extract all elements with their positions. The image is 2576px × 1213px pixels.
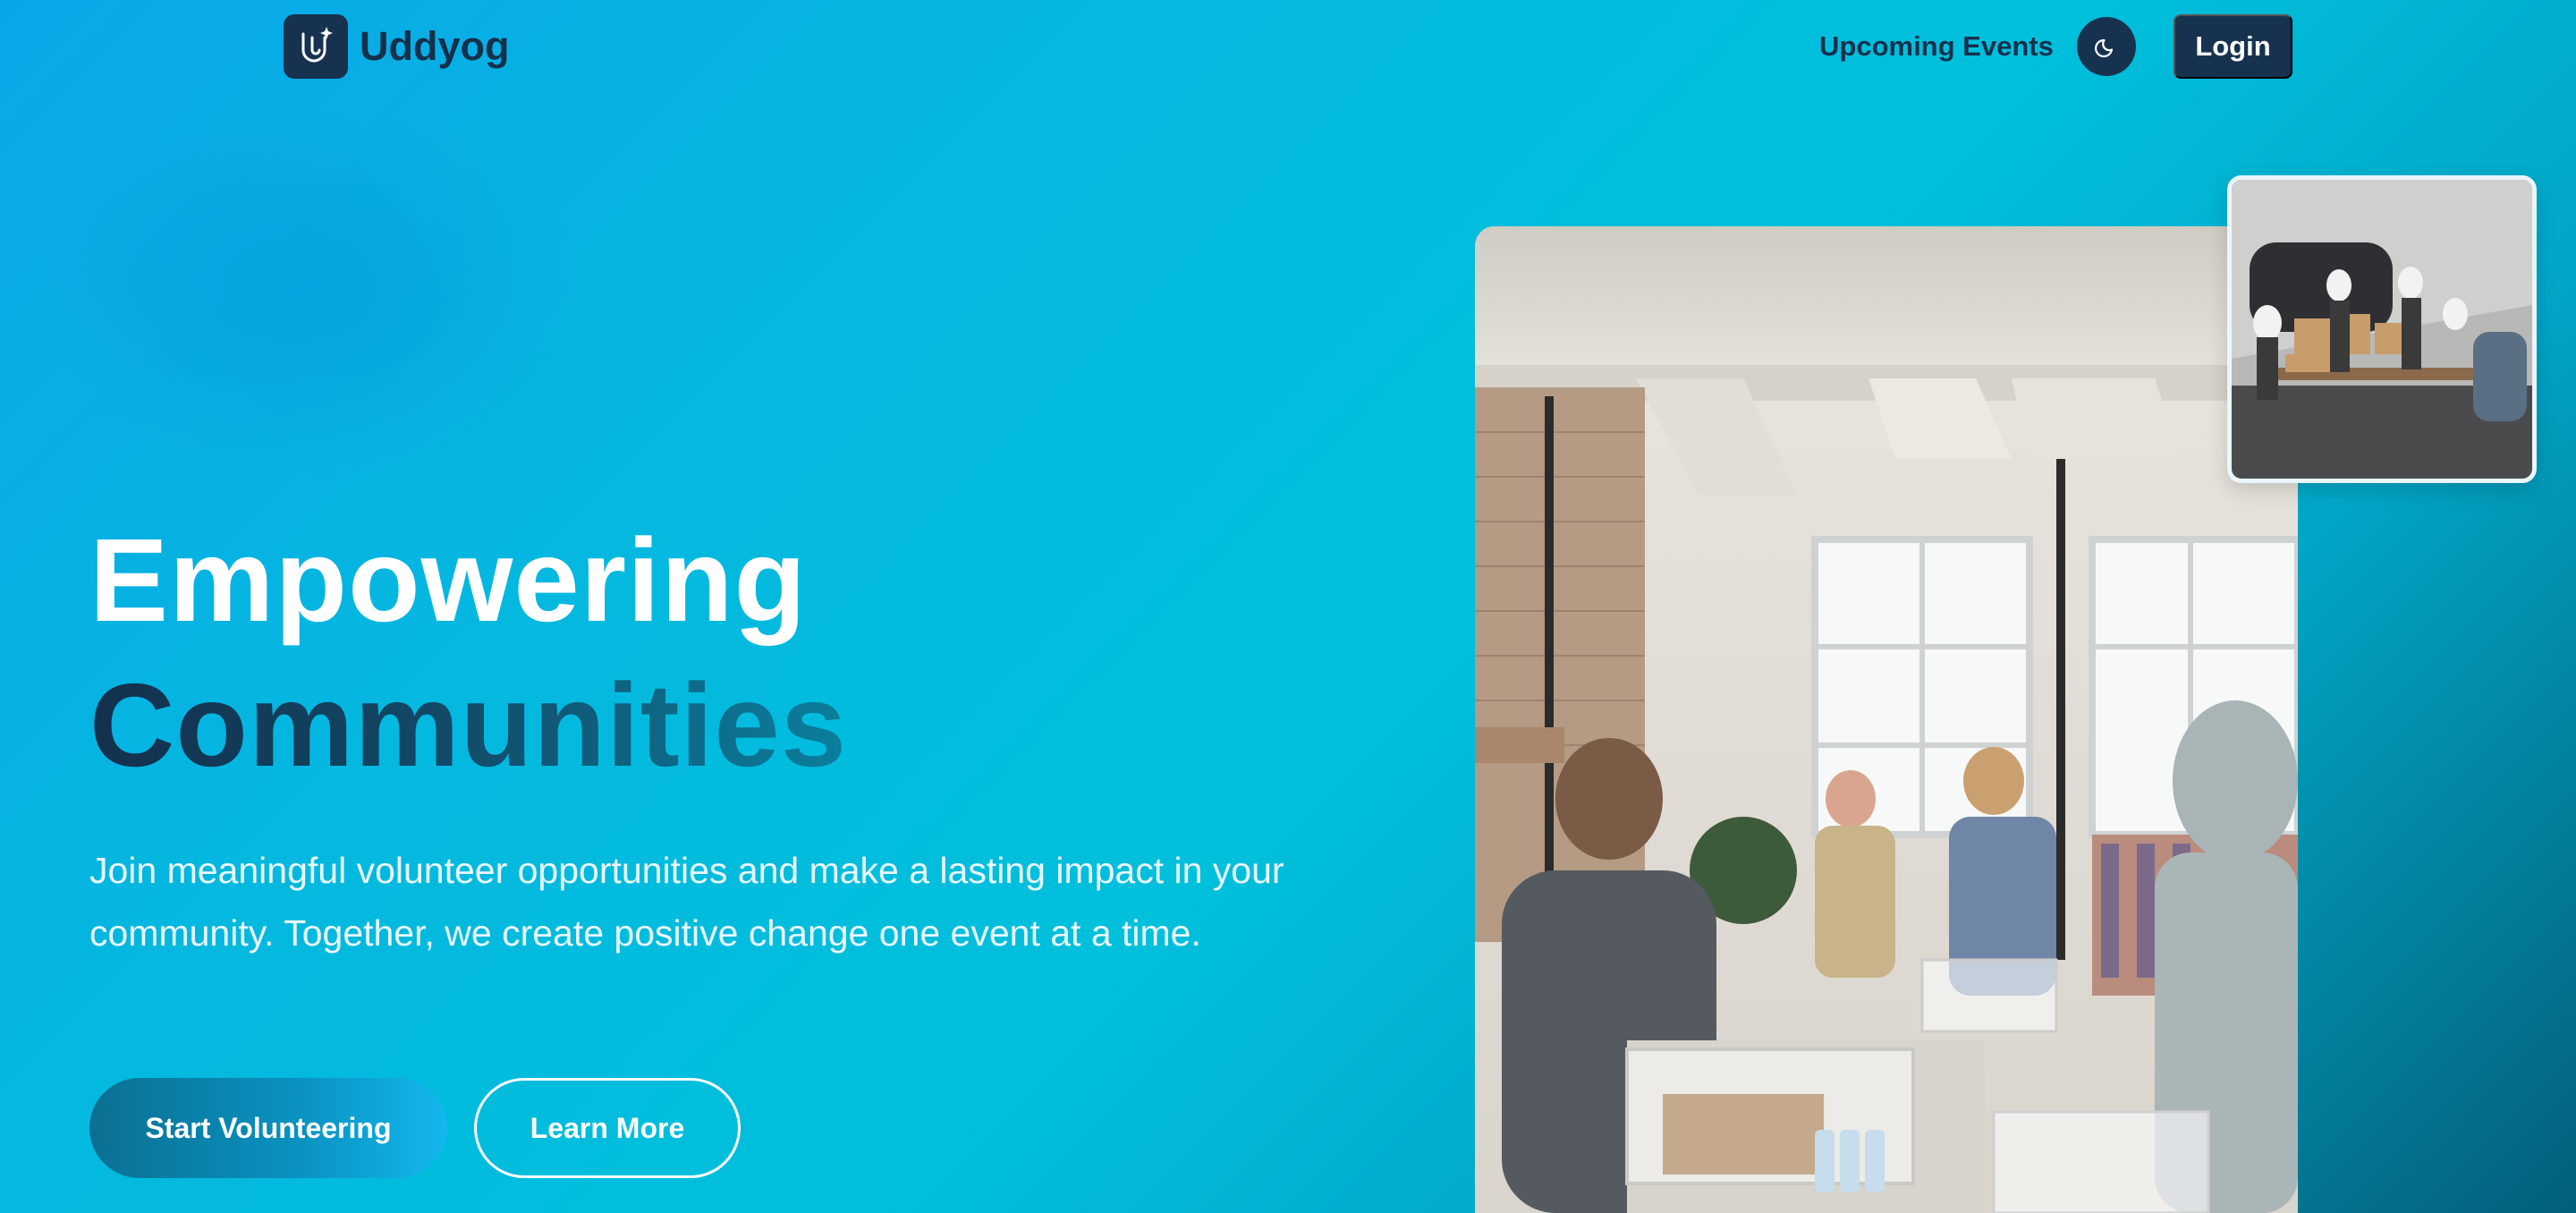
nav-link-upcoming-events[interactable]: Upcoming Events bbox=[1819, 29, 2054, 64]
start-volunteering-button[interactable]: Start Volunteering bbox=[89, 1078, 447, 1178]
brand-name[interactable]: Uddyog bbox=[360, 21, 509, 72]
learn-more-button[interactable]: Learn More bbox=[474, 1078, 741, 1178]
login-button[interactable]: Login bbox=[2174, 14, 2292, 79]
inset-photo-aid-boxes bbox=[2227, 175, 2537, 483]
uddyog-logo-icon bbox=[301, 27, 333, 63]
brand-logo[interactable] bbox=[284, 14, 348, 79]
hero-title-line-2: Communities bbox=[89, 659, 848, 791]
theme-toggle-button[interactable] bbox=[2077, 17, 2136, 76]
hero-title-line-1: Empowering bbox=[89, 514, 808, 646]
moon-icon bbox=[2095, 38, 2114, 58]
hero-photo-volunteers-sorting-clothes bbox=[1475, 226, 2298, 1213]
background-glow bbox=[36, 107, 590, 483]
top-navigation: Uddyog Upcoming Events Login bbox=[0, 0, 2576, 93]
hero-description: Join meaningful volunteer opportunities … bbox=[89, 850, 1284, 954]
